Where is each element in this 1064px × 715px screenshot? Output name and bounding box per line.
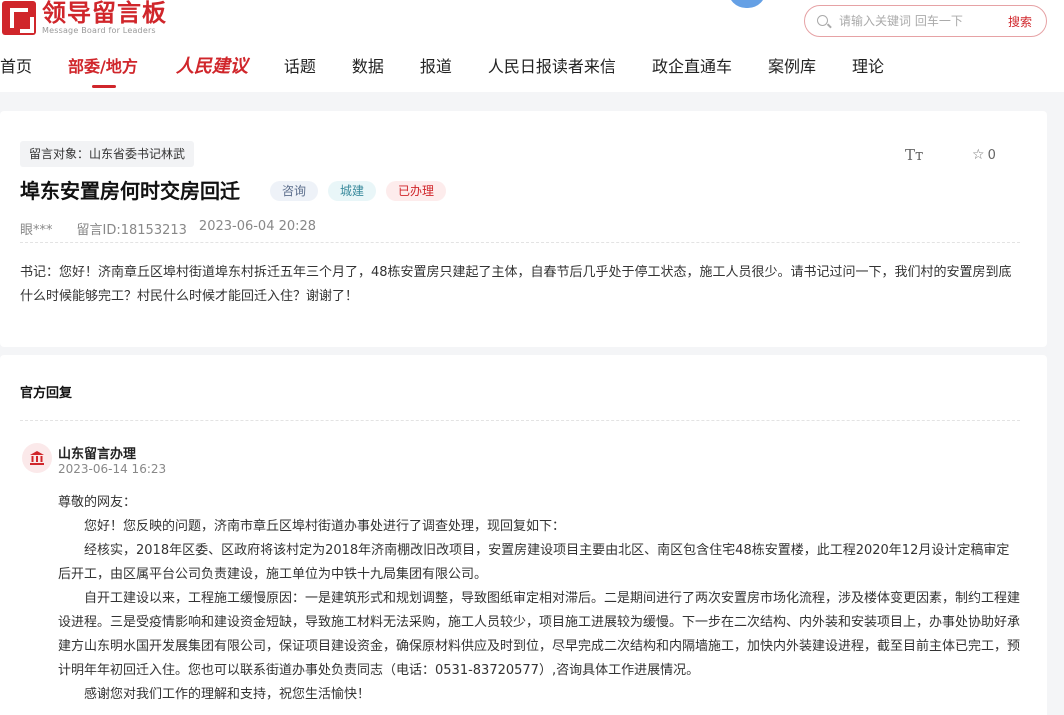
reply-paragraph: 自开工建设以来，工程施工缓慢原因：一是建筑形式和规划调整，导致图纸审定相对滞后。… — [58, 591, 1021, 678]
nav-item-enterprise-channel[interactable]: 政企直通车 — [652, 52, 732, 88]
avatar — [22, 443, 52, 473]
reply-org-name: 山东留言办理 — [58, 447, 137, 462]
logo-name-cn: 领导留言板 — [42, 0, 167, 27]
nav-item-people-suggestions[interactable]: 人民建议 — [176, 52, 248, 88]
nav-item-case-library[interactable]: 案例库 — [768, 52, 816, 88]
main-nav: 首页 部委/地方 人民建议 话题 数据 报道 人民日报读者来信 政企直通车 案例… — [0, 52, 884, 88]
site-header: 领导留言板 Message Board for Leaders 搜索 首页 部委… — [0, 0, 1064, 92]
favorite-count: 0 — [987, 147, 996, 163]
reply-paragraph: 您好！您反映的问题，济南市章丘区埠村街道办事处进行了调查处理，现回复如下： — [84, 519, 566, 534]
favorite-button[interactable]: ☆ 0 — [972, 147, 996, 163]
search-box: 搜索 — [804, 5, 1047, 37]
font-size-icon[interactable]: Tт — [905, 146, 923, 164]
question-time: 2023-06-04 20:28 — [198, 219, 317, 234]
logo-mark-icon — [2, 1, 36, 35]
reply-time: 2023-06-14 16:23 — [58, 462, 167, 476]
search-button[interactable]: 搜索 — [1008, 13, 1032, 30]
nav-item-theory[interactable]: 理论 — [852, 52, 884, 88]
reply-card: 官方回复 山东留言办理 2023-06-14 16:23 尊敬的网友： 您好！您… — [0, 355, 1047, 715]
status-badge: 已办理 — [386, 181, 447, 201]
reply-greeting: 尊敬的网友： — [58, 495, 137, 510]
nav-item-readers-letters[interactable]: 人民日报读者来信 — [488, 52, 616, 88]
government-building-icon — [30, 451, 44, 465]
star-icon: ☆ — [972, 147, 985, 163]
tag-category[interactable]: 城建 — [328, 181, 377, 201]
divider — [20, 420, 1020, 421]
reply-closing: 感谢您对我们工作的理解和支持，祝您生活愉快！ — [84, 687, 371, 702]
question-card: 留言对象：山东省委书记林武 Tт ☆ 0 埠东安置房何时交房回迁 咨询 城建 已… — [0, 111, 1047, 347]
question-meta: 眼*** 留言ID:18153213 2023-06-04 20:28 — [20, 219, 340, 238]
nav-item-ministries-local[interactable]: 部委/地方 — [68, 52, 138, 88]
nav-item-reports[interactable]: 报道 — [420, 52, 452, 88]
decorative-badge-icon — [728, 0, 766, 8]
question-tags: 咨询 城建 已办理 — [270, 181, 456, 201]
nav-item-data[interactable]: 数据 — [352, 52, 384, 88]
logo-name-en: Message Board for Leaders — [42, 26, 156, 35]
question-author: 眼*** — [20, 223, 53, 238]
divider — [20, 242, 1020, 243]
reply-paragraph: 经核实，2018年区委、区政府将该村定为2018年济南棚改旧改项目，安置房建设项… — [58, 543, 1010, 582]
search-icon — [817, 15, 828, 26]
question-body: 书记：您好！济南章丘区埠村街道埠东村拆迁五年三个月了，48栋安置房只建起了主体，… — [20, 265, 1012, 304]
question-id: 留言ID:18153213 — [76, 223, 187, 238]
reply-section-title: 官方回复 — [20, 386, 73, 401]
message-target-tag[interactable]: 留言对象：山东省委书记林武 — [20, 141, 195, 167]
reply-body: 尊敬的网友： 您好！您反映的问题，济南市章丘区埠村街道办事处进行了调查处理，现回… — [58, 491, 1020, 707]
question-title: 埠东安置房何时交房回迁 — [20, 179, 240, 203]
tag-type[interactable]: 咨询 — [270, 181, 319, 201]
nav-item-home[interactable]: 首页 — [0, 52, 32, 88]
site-logo[interactable]: 领导留言板 Message Board for Leaders — [0, 0, 167, 36]
search-input[interactable] — [839, 11, 999, 31]
nav-item-topics[interactable]: 话题 — [284, 52, 316, 88]
